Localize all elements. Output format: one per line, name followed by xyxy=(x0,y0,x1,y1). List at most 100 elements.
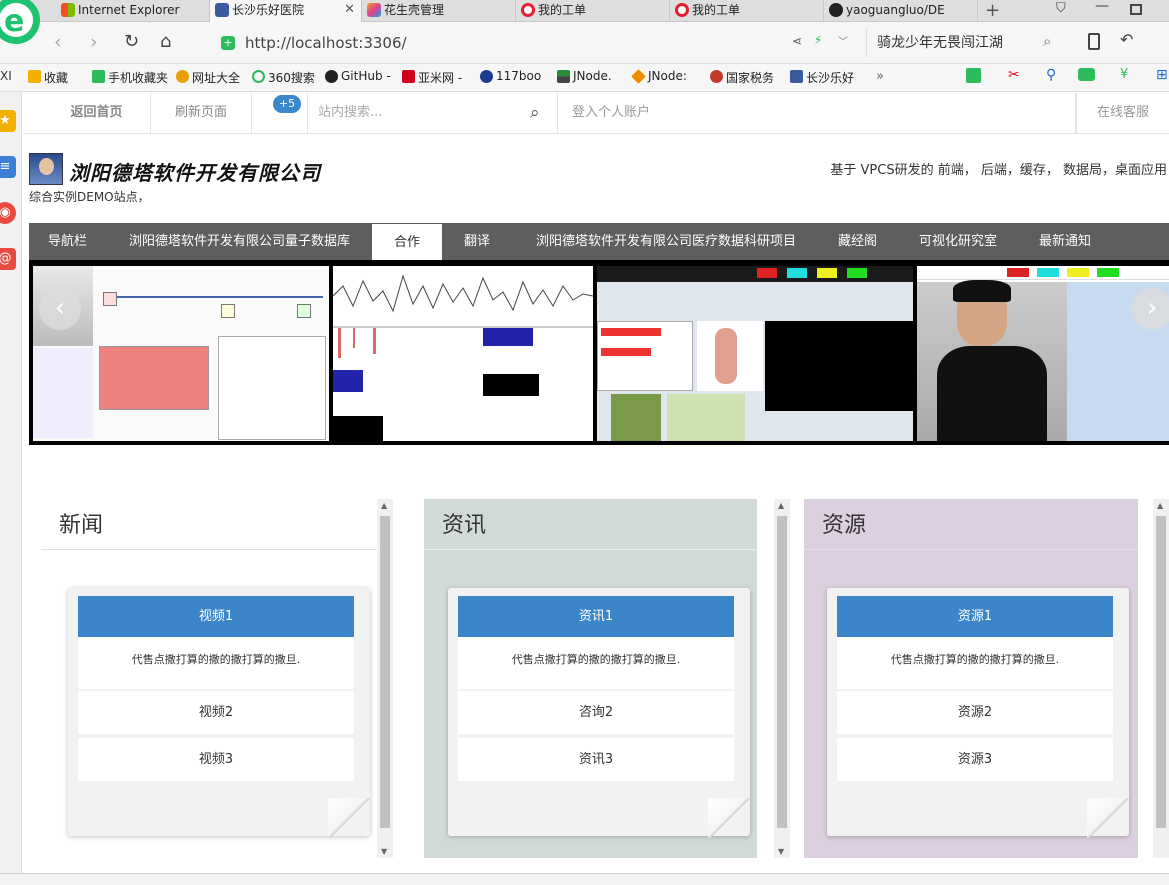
menu-item[interactable]: 导航栏 xyxy=(48,223,87,260)
scroll-up-icon[interactable]: ▲ xyxy=(381,501,387,510)
menu-item-active[interactable]: 合作 xyxy=(372,223,442,260)
menu-item[interactable]: 翻译 xyxy=(464,223,490,260)
menu-item[interactable]: 藏经阁 xyxy=(838,223,877,260)
card-row[interactable]: 视频3 xyxy=(78,738,354,781)
browser-tab[interactable]: Internet Explorer xyxy=(56,0,210,22)
windows-icon xyxy=(61,3,75,17)
scroll-up-icon[interactable]: ▲ xyxy=(1157,501,1163,510)
bookmark-item[interactable]: JNode. xyxy=(557,69,612,83)
mail-at-icon[interactable]: @ xyxy=(0,248,16,270)
scroll-thumb[interactable] xyxy=(777,516,787,828)
browser-tab[interactable]: 我的工单 xyxy=(670,0,824,22)
card-row[interactable]: 资源2 xyxy=(837,691,1113,734)
bookmark-item[interactable]: 长沙乐好 xyxy=(790,69,854,86)
card-header[interactable]: 资讯1 xyxy=(458,596,734,637)
mobile-icon[interactable] xyxy=(1088,33,1100,50)
bookmark-item[interactable]: 国家税务 xyxy=(710,69,774,86)
bookmark-item[interactable]: 360搜索 xyxy=(252,69,315,86)
tab-title: Internet Explorer xyxy=(78,3,180,17)
close-tab-icon[interactable]: ✕ xyxy=(344,0,355,20)
speed-mode-icon[interactable]: ⚡ xyxy=(814,33,822,47)
scissors-icon[interactable]: ✂ xyxy=(1008,67,1020,83)
forward-icon[interactable]: › xyxy=(90,31,98,53)
scroll-thumb[interactable] xyxy=(380,516,390,828)
carousel-next-button[interactable]: › xyxy=(1131,288,1169,330)
browser-tab[interactable]: 我的工单 xyxy=(516,0,670,22)
bookmark-item[interactable]: 网址大全 xyxy=(176,69,240,86)
share-icon[interactable]: ⋖ xyxy=(792,34,802,48)
game-controller-icon[interactable] xyxy=(1078,68,1095,81)
refresh-link[interactable]: 刷新页面 xyxy=(151,93,252,133)
info-scrollbar[interactable]: ▲ ▼ xyxy=(774,499,790,858)
undo-icon[interactable]: ↶ xyxy=(1120,30,1133,49)
carousel-slide-medical xyxy=(597,266,913,441)
tree-panel xyxy=(33,348,93,438)
favorites-star-icon[interactable]: ★ xyxy=(0,110,16,132)
online-support-link[interactable]: 在线客服 xyxy=(1076,93,1169,133)
magnifier-icon[interactable]: ⚲ xyxy=(1046,67,1056,83)
tab-title: 我的工单 xyxy=(692,3,741,17)
bookmark-item[interactable]: GitHub - xyxy=(325,69,391,83)
translate-icon[interactable] xyxy=(966,68,981,83)
phone-icon xyxy=(92,70,105,83)
minimize-icon[interactable]: — xyxy=(1095,0,1109,14)
card-header[interactable]: 资源1 xyxy=(837,596,1113,637)
web-page: 返回首页 刷新页面 +5 站内搜索... ⌕ 登入个人账户 在线客服 浏阳德塔软… xyxy=(23,93,1169,885)
bookmark-label: 长沙乐好 xyxy=(806,71,855,85)
carousel-slide-workflow xyxy=(33,266,329,441)
menu-item[interactable]: 可视化研究室 xyxy=(919,223,997,260)
browser-tab[interactable]: yaoguangluo/DE xyxy=(824,0,978,22)
card-row[interactable]: 资讯3 xyxy=(458,738,734,781)
yami-icon xyxy=(402,70,415,83)
bookmarks-more-icon[interactable]: » xyxy=(876,69,884,84)
bookmark-item[interactable]: 117boo xyxy=(480,69,541,83)
address-bar[interactable]: + http://localhost:3306/ xyxy=(205,29,860,57)
bookmark-item[interactable]: JNode: xyxy=(631,69,687,84)
browser-tab[interactable]: 花生壳管理 xyxy=(362,0,516,22)
resources-scrollbar[interactable]: ▲ xyxy=(1153,499,1169,858)
shirt-skin-icon[interactable]: ⛉ xyxy=(1056,1,1066,16)
home-icon[interactable]: ⌂ xyxy=(160,31,171,52)
chevron-down-icon[interactable]: ﹀ xyxy=(838,33,848,48)
search-icon[interactable]: ⌕ xyxy=(1043,32,1051,50)
yen-icon[interactable]: ¥ xyxy=(1120,67,1128,82)
reload-icon[interactable]: ↻ xyxy=(124,31,139,52)
bookmark-label: 117boo xyxy=(496,69,542,83)
scroll-thumb[interactable] xyxy=(1156,516,1166,828)
bookmarks-bar: XI 收藏 手机收藏夹 网址大全 360搜索 GitHub - 亚米网 - 11… xyxy=(0,64,1169,92)
bookmark-item[interactable]: 亚米网 - xyxy=(402,69,462,86)
news-scrollbar[interactable]: ▲ ▼ xyxy=(377,499,393,858)
reader-list-icon[interactable]: ≡ xyxy=(0,156,16,178)
card-row[interactable]: 资源3 xyxy=(837,738,1113,781)
scroll-down-icon[interactable]: ▼ xyxy=(381,847,387,856)
login-link[interactable]: 登入个人账户 xyxy=(558,93,1076,133)
menu-item[interactable]: 最新通知 xyxy=(1039,223,1091,260)
scroll-up-icon[interactable]: ▲ xyxy=(778,501,784,510)
image-carousel[interactable] xyxy=(29,260,1169,445)
weibo-icon[interactable]: ◉ xyxy=(0,202,16,224)
page-curl xyxy=(328,798,372,838)
maximize-icon[interactable] xyxy=(1130,4,1142,15)
circle-icon xyxy=(480,70,493,83)
menu-item[interactable]: 浏阳德塔软件开发有限公司医疗数据科研项目 xyxy=(536,223,796,260)
new-tab-button[interactable]: + xyxy=(985,0,1000,21)
bookmarks-left-label: XI xyxy=(0,69,12,83)
browser-search-input[interactable]: 骑龙少年无畏闯江湖 xyxy=(866,29,1066,57)
back-icon[interactable]: ‹ xyxy=(54,31,62,53)
bookmark-item[interactable]: 手机收藏夹 xyxy=(92,69,168,86)
menu-item[interactable]: 浏阳德塔软件开发有限公司量子数据库 xyxy=(129,223,350,260)
grid-icon[interactable]: ⊞ xyxy=(1156,67,1168,83)
site-search-input[interactable]: 站内搜索... ⌕ xyxy=(308,93,558,133)
carousel-prev-button[interactable]: ‹ xyxy=(39,288,81,330)
search-icon[interactable]: ⌕ xyxy=(530,93,540,133)
page-curl xyxy=(708,798,752,838)
card-header[interactable]: 视频1 xyxy=(78,596,354,637)
card-row[interactable]: 视频2 xyxy=(78,691,354,734)
scroll-down-icon[interactable]: ▼ xyxy=(778,847,784,856)
browser-side-panel: ★ ≡ ◉ @ xyxy=(0,92,22,885)
bookmark-item[interactable]: 收藏 xyxy=(28,69,68,86)
card-row[interactable]: 咨询2 xyxy=(458,691,734,734)
bookmark-label: 网址大全 xyxy=(192,71,241,85)
home-link[interactable]: 返回首页 xyxy=(23,93,151,133)
browser-tab-active[interactable]: 长沙乐好医院 ✕ xyxy=(210,0,362,22)
